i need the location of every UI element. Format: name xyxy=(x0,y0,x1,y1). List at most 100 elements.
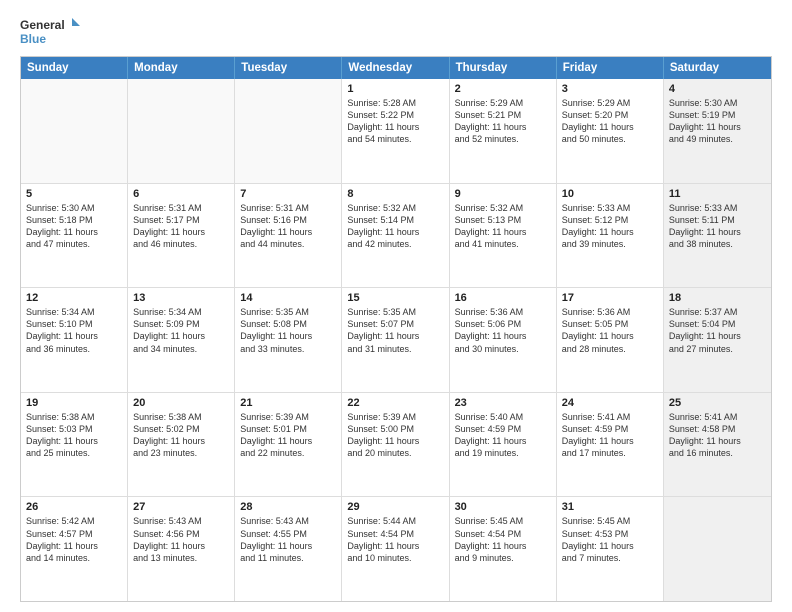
cell-info: Sunrise: 5:35 AMSunset: 5:08 PMDaylight:… xyxy=(240,306,336,355)
cal-cell-20: 20Sunrise: 5:38 AMSunset: 5:02 PMDayligh… xyxy=(128,393,235,497)
cell-info: Sunrise: 5:38 AMSunset: 5:02 PMDaylight:… xyxy=(133,411,229,460)
cal-cell-23: 23 Sunrise: 5:40 AMSunset: 4:59 PMDayligh… xyxy=(450,393,557,497)
cell-info: Sunrise: 5:29 AMSunset: 5:20 PMDaylight:… xyxy=(562,97,658,146)
cal-cell-14: 14 Sunrise: 5:35 AMSunset: 5:08 PMDayligh… xyxy=(235,288,342,392)
page-header: General Blue xyxy=(20,16,772,46)
cal-cell-26: 26 Sunrise: 5:42 AMSunset: 4:57 PMDayligh… xyxy=(21,497,128,601)
cal-cell-22: 22 Sunrise: 5:39 AMSunset: 5:00 PMDayligh… xyxy=(342,393,449,497)
cell-info: Sunrise: 5:39 AMSunset: 5:00 PMDaylight:… xyxy=(347,411,443,460)
cell-info: Sunrise: 5:31 AMSunset: 5:17 PMDaylight:… xyxy=(133,202,229,251)
cal-cell-27: 27 Sunrise: 5:43 AMSunset: 4:56 PMDayligh… xyxy=(128,497,235,601)
cal-cell-21: 21Sunrise: 5:39 AMSunset: 5:01 PMDayligh… xyxy=(235,393,342,497)
day-number: 7 xyxy=(240,188,336,200)
logo: General Blue xyxy=(20,16,80,46)
day-number: 12 xyxy=(26,292,122,304)
svg-text:General: General xyxy=(20,18,65,32)
cell-info: Sunrise: 5:36 AMSunset: 5:05 PMDaylight:… xyxy=(562,306,658,355)
cell-info: Sunrise: 5:41 AMSunset: 4:58 PMDaylight:… xyxy=(669,411,766,460)
cal-cell-2: 2 Sunrise: 5:29 AMSunset: 5:21 PMDaylight… xyxy=(450,79,557,183)
cell-info: Sunrise: 5:30 AMSunset: 5:19 PMDaylight:… xyxy=(669,97,766,146)
cal-cell-empty-0-2 xyxy=(235,79,342,183)
cell-info: Sunrise: 5:44 AMSunset: 4:54 PMDaylight:… xyxy=(347,515,443,564)
day-number: 1 xyxy=(347,83,443,95)
cell-info: Sunrise: 5:34 AMSunset: 5:09 PMDaylight:… xyxy=(133,306,229,355)
cal-cell-24: 24Sunrise: 5:41 AMSunset: 4:59 PMDayligh… xyxy=(557,393,664,497)
day-number: 23 xyxy=(455,397,551,409)
day-number: 6 xyxy=(133,188,229,200)
day-number: 9 xyxy=(455,188,551,200)
cal-cell-13: 13 Sunrise: 5:34 AMSunset: 5:09 PMDayligh… xyxy=(128,288,235,392)
cal-cell-9: 9 Sunrise: 5:32 AMSunset: 5:13 PMDaylight… xyxy=(450,184,557,288)
cell-info: Sunrise: 5:43 AMSunset: 4:56 PMDaylight:… xyxy=(133,515,229,564)
cal-cell-empty-4-6 xyxy=(664,497,771,601)
day-number: 30 xyxy=(455,501,551,513)
cell-info: Sunrise: 5:32 AMSunset: 5:13 PMDaylight:… xyxy=(455,202,551,251)
day-number: 11 xyxy=(669,188,766,200)
cal-cell-19: 19 Sunrise: 5:38 AMSunset: 5:03 PMDayligh… xyxy=(21,393,128,497)
day-number: 14 xyxy=(240,292,336,304)
day-header-thursday: Thursday xyxy=(450,57,557,79)
cal-cell-4: 4 Sunrise: 5:30 AMSunset: 5:19 PMDaylight… xyxy=(664,79,771,183)
day-number: 18 xyxy=(669,292,766,304)
cell-info: Sunrise: 5:32 AMSunset: 5:14 PMDaylight:… xyxy=(347,202,443,251)
cal-cell-17: 17 Sunrise: 5:36 AMSunset: 5:05 PMDayligh… xyxy=(557,288,664,392)
cal-cell-11: 11 Sunrise: 5:33 AMSunset: 5:11 PMDayligh… xyxy=(664,184,771,288)
cell-info: Sunrise: 5:33 AMSunset: 5:11 PMDaylight:… xyxy=(669,202,766,251)
cal-cell-31: 31Sunrise: 5:45 AMSunset: 4:53 PMDayligh… xyxy=(557,497,664,601)
day-header-friday: Friday xyxy=(557,57,664,79)
day-number: 17 xyxy=(562,292,658,304)
day-number: 19 xyxy=(26,397,122,409)
day-number: 26 xyxy=(26,501,122,513)
svg-text:Blue: Blue xyxy=(20,32,46,46)
cell-info: Sunrise: 5:42 AMSunset: 4:57 PMDaylight:… xyxy=(26,515,122,564)
cell-info: Sunrise: 5:28 AMSunset: 5:22 PMDaylight:… xyxy=(347,97,443,146)
day-number: 15 xyxy=(347,292,443,304)
cell-info: Sunrise: 5:38 AMSunset: 5:03 PMDaylight:… xyxy=(26,411,122,460)
cal-cell-8: 8Sunrise: 5:32 AMSunset: 5:14 PMDaylight… xyxy=(342,184,449,288)
cal-cell-18: 18 Sunrise: 5:37 AMSunset: 5:04 PMDayligh… xyxy=(664,288,771,392)
cal-cell-1: 1 Sunrise: 5:28 AMSunset: 5:22 PMDaylight… xyxy=(342,79,449,183)
day-number: 25 xyxy=(669,397,766,409)
cal-cell-28: 28 Sunrise: 5:43 AMSunset: 4:55 PMDayligh… xyxy=(235,497,342,601)
day-number: 13 xyxy=(133,292,229,304)
cal-cell-empty-0-0 xyxy=(21,79,128,183)
cal-cell-6: 6 Sunrise: 5:31 AMSunset: 5:17 PMDaylight… xyxy=(128,184,235,288)
cal-cell-15: 15 Sunrise: 5:35 AMSunset: 5:07 PMDayligh… xyxy=(342,288,449,392)
day-number: 28 xyxy=(240,501,336,513)
cal-cell-29: 29 Sunrise: 5:44 AMSunset: 4:54 PMDayligh… xyxy=(342,497,449,601)
day-number: 29 xyxy=(347,501,443,513)
cell-info: Sunrise: 5:37 AMSunset: 5:04 PMDaylight:… xyxy=(669,306,766,355)
day-header-saturday: Saturday xyxy=(664,57,771,79)
cell-info: Sunrise: 5:36 AMSunset: 5:06 PMDaylight:… xyxy=(455,306,551,355)
calendar: SundayMondayTuesdayWednesdayThursdayFrid… xyxy=(20,56,772,602)
day-header-sunday: Sunday xyxy=(21,57,128,79)
cal-cell-25: 25 Sunrise: 5:41 AMSunset: 4:58 PMDayligh… xyxy=(664,393,771,497)
week-row-5: 26 Sunrise: 5:42 AMSunset: 4:57 PMDayligh… xyxy=(21,496,771,601)
day-header-monday: Monday xyxy=(128,57,235,79)
day-number: 24 xyxy=(562,397,658,409)
week-row-3: 12Sunrise: 5:34 AMSunset: 5:10 PMDayligh… xyxy=(21,287,771,392)
calendar-header: SundayMondayTuesdayWednesdayThursdayFrid… xyxy=(21,57,771,79)
day-number: 4 xyxy=(669,83,766,95)
cal-cell-12: 12Sunrise: 5:34 AMSunset: 5:10 PMDayligh… xyxy=(21,288,128,392)
day-number: 2 xyxy=(455,83,551,95)
cal-cell-16: 16 Sunrise: 5:36 AMSunset: 5:06 PMDayligh… xyxy=(450,288,557,392)
cell-info: Sunrise: 5:29 AMSunset: 5:21 PMDaylight:… xyxy=(455,97,551,146)
cal-cell-empty-0-1 xyxy=(128,79,235,183)
cell-info: Sunrise: 5:40 AMSunset: 4:59 PMDaylight:… xyxy=(455,411,551,460)
day-number: 22 xyxy=(347,397,443,409)
day-number: 16 xyxy=(455,292,551,304)
week-row-1: 1 Sunrise: 5:28 AMSunset: 5:22 PMDaylight… xyxy=(21,79,771,183)
day-number: 21 xyxy=(240,397,336,409)
day-header-tuesday: Tuesday xyxy=(235,57,342,79)
calendar-body: 1 Sunrise: 5:28 AMSunset: 5:22 PMDaylight… xyxy=(21,79,771,601)
cell-info: Sunrise: 5:35 AMSunset: 5:07 PMDaylight:… xyxy=(347,306,443,355)
cell-info: Sunrise: 5:30 AMSunset: 5:18 PMDaylight:… xyxy=(26,202,122,251)
cell-info: Sunrise: 5:43 AMSunset: 4:55 PMDaylight:… xyxy=(240,515,336,564)
cal-cell-10: 10Sunrise: 5:33 AMSunset: 5:12 PMDayligh… xyxy=(557,184,664,288)
logo-icon: General Blue xyxy=(20,16,80,46)
day-number: 5 xyxy=(26,188,122,200)
cell-info: Sunrise: 5:31 AMSunset: 5:16 PMDaylight:… xyxy=(240,202,336,251)
day-number: 27 xyxy=(133,501,229,513)
cell-info: Sunrise: 5:45 AMSunset: 4:54 PMDaylight:… xyxy=(455,515,551,564)
